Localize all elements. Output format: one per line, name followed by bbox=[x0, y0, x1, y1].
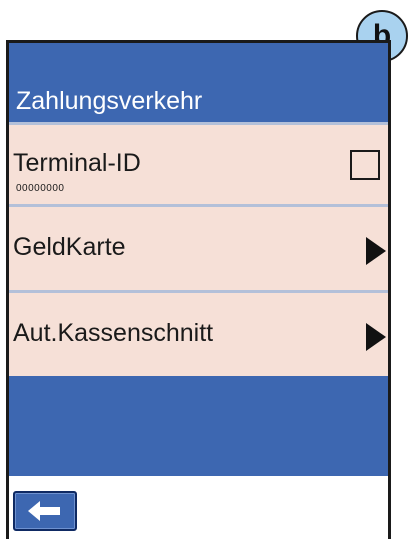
header: Zahlungsverkehr bbox=[9, 43, 388, 123]
back-button[interactable] bbox=[13, 491, 77, 531]
arrow-left-icon bbox=[28, 501, 60, 521]
arrow-right-icon bbox=[366, 323, 386, 351]
terminal-id-checkbox[interactable] bbox=[350, 150, 380, 180]
menu-item-label: Aut.Kassenschnitt bbox=[13, 319, 214, 347]
arrow-right-icon bbox=[366, 237, 386, 265]
terminal-screen: Zahlungsverkehr Terminal-ID 00000000 Gel… bbox=[6, 40, 391, 539]
menu-item-aut-kassenschnitt[interactable]: Aut.Kassenschnitt bbox=[9, 290, 388, 376]
menu-item-label: GeldKarte bbox=[13, 233, 126, 261]
menu-item-label: Terminal-ID bbox=[13, 149, 141, 177]
footer bbox=[9, 476, 388, 539]
page-title: Zahlungsverkehr bbox=[16, 87, 203, 115]
menu-item-geldkarte[interactable]: GeldKarte bbox=[9, 204, 388, 290]
menu-item-terminal-id[interactable]: Terminal-ID 00000000 bbox=[9, 122, 388, 204]
terminal-id-value: 00000000 bbox=[16, 183, 65, 194]
